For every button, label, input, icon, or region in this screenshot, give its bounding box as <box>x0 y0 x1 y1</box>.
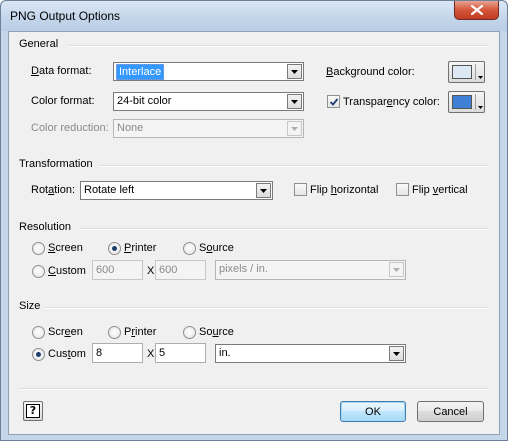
chevron-down-icon <box>478 100 483 112</box>
data-format-value: Interlace <box>116 64 165 80</box>
size-width-value: 8 <box>96 347 103 359</box>
split-divider <box>475 64 476 80</box>
transparency-color-button[interactable] <box>448 91 485 113</box>
resolution-screen-radio[interactable] <box>32 242 45 255</box>
data-format-label: Data format: <box>31 65 92 77</box>
group-title-general: General <box>19 38 59 50</box>
cancel-button[interactable]: Cancel <box>417 401 484 422</box>
color-format-value: 24-bit color <box>117 95 172 107</box>
dialog-body: General Data format: Interlace Color for… <box>8 31 500 435</box>
data-format-select[interactable]: Interlace <box>113 62 304 81</box>
size-units-value: in. <box>219 347 231 359</box>
checkmark-icon <box>329 98 339 106</box>
group-title-resolution: Resolution <box>19 221 71 233</box>
size-printer-label: Printer <box>124 326 157 338</box>
resolution-units-select[interactable]: pixels / in. <box>215 260 406 280</box>
resolution-custom-radio[interactable] <box>32 265 45 278</box>
divider <box>45 307 489 309</box>
resolution-height-value: 600 <box>159 264 178 276</box>
chevron-down-icon <box>287 94 302 109</box>
transparency-color-label: Transparency color: <box>343 96 440 108</box>
size-x-label: X <box>147 348 155 360</box>
resolution-units-value: pixels / in. <box>219 263 268 275</box>
rotation-label: Rotation: <box>31 184 76 196</box>
size-width-field[interactable]: 8 <box>92 343 143 363</box>
rotation-select[interactable]: Rotate left <box>80 181 273 200</box>
size-custom-label: Custom <box>48 348 86 360</box>
split-divider <box>475 94 476 110</box>
background-color-swatch <box>452 65 472 79</box>
background-color-button[interactable] <box>448 61 485 83</box>
transparency-checkbox[interactable] <box>327 95 340 108</box>
resolution-height-field[interactable]: 600 <box>155 260 206 280</box>
resolution-width-value: 600 <box>96 264 115 276</box>
size-height-field[interactable]: 5 <box>155 343 206 363</box>
color-reduction-value: None <box>117 122 144 134</box>
resolution-custom-label: Custom <box>48 265 86 277</box>
flip-horizontal-checkbox[interactable] <box>294 183 307 196</box>
chevron-down-icon <box>287 64 302 79</box>
resolution-printer-label: Printer <box>124 242 157 254</box>
color-format-label: Color format: <box>31 95 95 107</box>
size-printer-radio[interactable] <box>108 326 121 339</box>
cancel-button-label: Cancel <box>433 405 468 418</box>
divider <box>19 388 489 390</box>
chevron-down-icon <box>389 346 404 361</box>
rotation-value: Rotate left <box>84 184 135 196</box>
resolution-width-field[interactable]: 600 <box>92 260 143 280</box>
help-icon: ? <box>26 404 40 418</box>
ok-button[interactable]: OK <box>340 401 406 422</box>
transparency-color-swatch <box>452 95 472 109</box>
dialog-window: PNG Output Options General Data format: … <box>0 0 508 441</box>
resolution-screen-label: Screen <box>48 242 83 254</box>
color-reduction-select[interactable]: None <box>113 119 304 138</box>
group-title-transformation: Transformation <box>19 158 93 170</box>
group-title-size: Size <box>19 300 41 312</box>
title-bar[interactable]: PNG Output Options <box>1 1 507 31</box>
resolution-source-radio[interactable] <box>183 242 196 255</box>
ok-button-label: OK <box>365 405 381 418</box>
size-screen-label: Screen <box>48 326 83 338</box>
color-reduction-label: Color reduction: <box>31 122 109 134</box>
close-button[interactable] <box>454 1 499 20</box>
size-screen-radio[interactable] <box>32 326 45 339</box>
flip-vertical-label: Flip vertical <box>412 184 468 196</box>
resolution-x-label: X <box>147 265 155 277</box>
divider <box>69 45 489 47</box>
window-title: PNG Output Options <box>10 9 121 23</box>
chevron-down-icon <box>287 121 302 136</box>
size-height-value: 5 <box>159 347 166 359</box>
chevron-down-icon <box>478 70 483 82</box>
color-format-select[interactable]: 24-bit color <box>113 92 304 111</box>
flip-vertical-checkbox[interactable] <box>396 183 409 196</box>
chevron-down-icon <box>389 262 404 277</box>
size-units-select[interactable]: in. <box>215 344 406 363</box>
size-custom-radio[interactable] <box>32 348 45 361</box>
flip-horizontal-label: Flip horizontal <box>310 184 379 196</box>
size-source-label: Source <box>199 326 234 338</box>
divider <box>79 228 489 230</box>
background-color-label: Background color: <box>326 66 415 78</box>
close-icon <box>470 5 483 15</box>
resolution-source-label: Source <box>199 242 234 254</box>
help-button[interactable]: ? <box>23 401 43 421</box>
resolution-printer-radio[interactable] <box>108 242 121 255</box>
chevron-down-icon <box>256 183 271 198</box>
divider <box>99 165 489 167</box>
size-source-radio[interactable] <box>183 326 196 339</box>
